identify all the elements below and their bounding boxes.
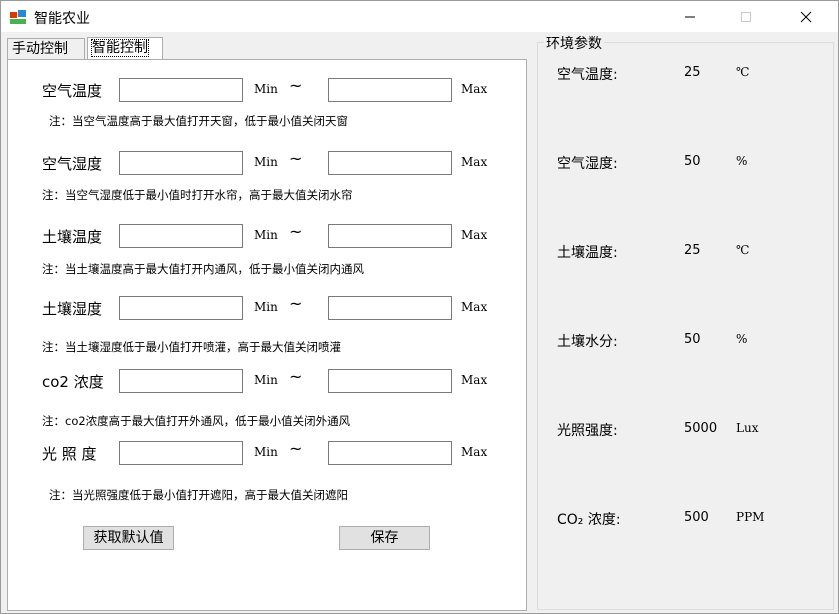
soil-temp-min-input[interactable]: [119, 224, 243, 248]
env-label-soil-temp: 土壤温度:: [557, 245, 618, 261]
min-label: Min: [254, 373, 278, 387]
env-unit-air-humidity: %: [736, 154, 748, 168]
env-unit-co2: PPM: [736, 510, 765, 524]
tab-manual-control[interactable]: 手动控制: [7, 38, 85, 59]
tilde-separator: ~: [289, 439, 303, 458]
max-label: Max: [461, 228, 488, 242]
max-label: Max: [461, 373, 488, 387]
env-label-air-temp: 空气温度:: [557, 67, 618, 83]
env-value-light: 5000: [684, 421, 718, 436]
env-value-air-temp: 25: [684, 65, 701, 80]
title-bar: 智能农业: [1, 1, 838, 32]
tilde-separator: ~: [289, 222, 303, 241]
note-soil-humidity: 注：当土壤湿度低于最小值打开喷灌，高于最大值关闭喷灌: [42, 340, 341, 354]
tilde-separator: ~: [289, 76, 303, 95]
min-label: Min: [254, 228, 278, 242]
min-label: Min: [254, 82, 278, 96]
main-window: 智能农业 手动控制 智能控制 空气温度 Min ~ Max 注：当空气温度高于最…: [0, 0, 839, 614]
window-title: 智能农业: [34, 11, 90, 27]
min-label: Min: [254, 445, 278, 459]
row-label-air-humidity: 空气湿度: [42, 155, 103, 173]
close-button[interactable]: [783, 1, 828, 32]
row-label-soil-humidity: 土壤湿度: [42, 300, 103, 318]
min-label: Min: [254, 155, 278, 169]
env-label-light: 光照强度:: [557, 423, 618, 439]
light-max-input[interactable]: [328, 441, 452, 465]
env-params-title: 环境参数: [544, 33, 604, 53]
maximize-icon: [740, 11, 751, 22]
minimize-button[interactable]: [667, 1, 712, 32]
env-value-soil-moisture: 50: [684, 332, 701, 347]
env-value-air-humidity: 50: [684, 154, 701, 169]
env-unit-air-temp: ℃: [736, 65, 750, 79]
env-label-soil-moisture: 土壤水分:: [557, 334, 618, 350]
minimize-icon: [684, 16, 695, 17]
min-label: Min: [254, 300, 278, 314]
env-unit-soil-temp: ℃: [736, 243, 750, 257]
air-humidity-min-input[interactable]: [119, 151, 243, 175]
soil-humidity-max-input[interactable]: [328, 296, 452, 320]
max-label: Max: [461, 82, 488, 96]
tilde-separator: ~: [289, 149, 303, 168]
tilde-separator: ~: [289, 367, 303, 386]
air-temp-min-input[interactable]: [119, 78, 243, 102]
co2-min-input[interactable]: [119, 369, 243, 393]
note-co2: 注：co2浓度高于最大值打开外通风，低于最小值关闭外通风: [42, 414, 351, 428]
maximize-button[interactable]: [723, 1, 768, 32]
tilde-separator: ~: [289, 294, 303, 313]
env-value-co2: 500: [684, 510, 709, 525]
close-icon: [800, 11, 811, 22]
note-air-temp: 注：当空气温度高于最大值打开天窗，低于最小值关闭天窗: [49, 114, 348, 128]
row-label-soil-temp: 土壤温度: [42, 228, 103, 246]
row-label-light: 光 照 度: [42, 445, 97, 463]
soil-temp-max-input[interactable]: [328, 224, 452, 248]
air-humidity-max-input[interactable]: [328, 151, 452, 175]
note-soil-temp: 注：当土壤温度高于最大值打开内通风，低于最小值关闭内通风: [42, 262, 364, 276]
env-value-soil-temp: 25: [684, 243, 701, 258]
max-label: Max: [461, 445, 488, 459]
note-light: 注：当光照强度低于最小值打开遮阳，高于最大值关闭遮阳: [49, 488, 348, 502]
co2-max-input[interactable]: [328, 369, 452, 393]
row-label-co2: co2 浓度: [42, 373, 104, 391]
env-unit-light: Lux: [736, 421, 759, 435]
env-label-co2: CO₂ 浓度:: [557, 512, 621, 528]
env-unit-soil-moisture: %: [736, 332, 748, 346]
smart-control-page: 空气温度 Min ~ Max 注：当空气温度高于最大值打开天窗，低于最小值关闭天…: [7, 59, 527, 611]
env-label-air-humidity: 空气湿度:: [557, 156, 618, 172]
tab-control: 手动控制 智能控制 空气温度 Min ~ Max 注：当空气温度高于最大值打开天…: [7, 37, 527, 611]
soil-humidity-min-input[interactable]: [119, 296, 243, 320]
max-label: Max: [461, 155, 488, 169]
tab-smart-control[interactable]: 智能控制: [87, 37, 163, 60]
get-default-button[interactable]: 获取默认值: [83, 526, 174, 550]
save-button[interactable]: 保存: [339, 526, 430, 550]
app-icon: [10, 10, 26, 24]
light-min-input[interactable]: [119, 441, 243, 465]
tab-smart-control-label: 智能控制: [91, 39, 149, 57]
note-air-humidity: 注：当空气湿度低于最小值时打开水帘，高于最大值关闭水帘: [42, 188, 353, 202]
air-temp-max-input[interactable]: [328, 78, 452, 102]
row-label-air-temp: 空气温度: [42, 82, 103, 100]
max-label: Max: [461, 300, 488, 314]
